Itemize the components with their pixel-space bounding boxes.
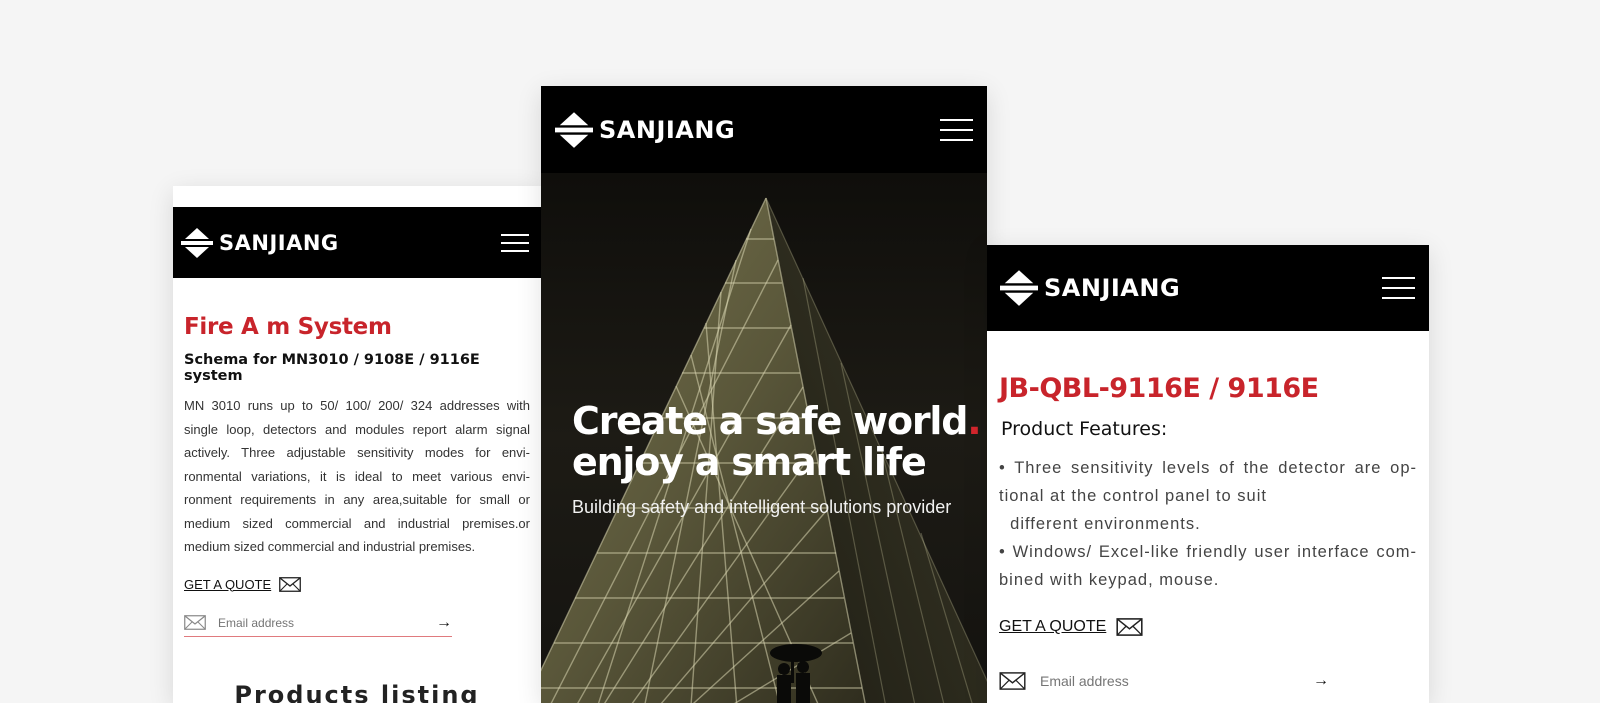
envelope-icon[interactable] (279, 576, 302, 592)
hamburger-menu-icon[interactable] (501, 233, 529, 252)
brand-name: SANJIANG (1044, 274, 1181, 302)
email-input[interactable] (1040, 673, 1313, 689)
description-paragraph: MN 3010 runs up to 50/ 100/ 200/ 324 add… (184, 398, 530, 554)
brand-logo[interactable]: SANJIANG (1000, 269, 1180, 307)
envelope-icon (999, 672, 1026, 690)
hero-tagline: Building safety and intelligent solution… (572, 497, 952, 517)
arrow-right-icon[interactable]: → (1313, 672, 1329, 690)
features-heading: Product Features: (1001, 418, 1168, 440)
left-phone-screen: SANJIANG Fire A m System Schema for MN30… (173, 186, 541, 703)
quote-row: GET A QUOTE (184, 577, 530, 592)
envelope-icon (184, 615, 206, 630)
brand-logo[interactable]: SANJIANG (555, 111, 735, 149)
hamburger-menu-icon[interactable] (1382, 277, 1415, 299)
arrow-right-icon[interactable]: → (436, 614, 452, 632)
page-title: Fire A m System (184, 314, 392, 340)
products-listing-heading: Products listing (234, 680, 480, 703)
headline-red-dot: . (967, 399, 981, 443)
hero-headline: Create a safe world. enjoy a smart life (572, 401, 982, 483)
page-subtitle: Schema for MN3010 / 9108E / 9116E system (184, 352, 480, 384)
email-subscribe-row: → (999, 672, 1329, 690)
product-title: JB-QBL-9116E / 9116E (999, 373, 1319, 404)
brand-name: SANJIANG (599, 115, 736, 144)
feature-item: • Three sensitivity levels of the detect… (999, 459, 1417, 505)
envelope-icon[interactable] (1116, 618, 1143, 636)
get-quote-link[interactable]: GET A QUOTE (999, 618, 1106, 636)
headline-line-2: enjoy a smart life (572, 440, 927, 484)
feature-item: • Windows/ Excel-like friendly user inte… (999, 543, 1417, 589)
sanjiang-logo-icon (1000, 270, 1038, 306)
right-phone-screen: SANJIANG JB-QBL-9116E / 9116E Product Fe… (987, 245, 1429, 703)
header-bar: SANJIANG (541, 86, 987, 173)
header-bar: SANJIANG (173, 207, 541, 278)
hero-text: Create a safe world. enjoy a smart life … (572, 401, 982, 518)
center-phone-screen: SANJIANG Create a safe world. enjoy a sm… (541, 86, 987, 703)
sanjiang-logo-icon (181, 227, 213, 258)
product-content: JB-QBL-9116E / 9116E Product Features: •… (999, 373, 1417, 690)
hamburger-menu-icon[interactable] (940, 118, 973, 141)
background-page-strip (173, 186, 541, 208)
get-quote-link[interactable]: GET A QUOTE (184, 577, 271, 592)
hero-banner: Create a safe world. enjoy a smart life … (541, 173, 987, 703)
email-subscribe-row: → (184, 614, 452, 637)
headline-line-1: Create a safe world (572, 399, 968, 443)
header-bar: SANJIANG (987, 245, 1429, 331)
brand-logo[interactable]: SANJIANG (181, 227, 339, 258)
email-input[interactable] (218, 615, 436, 630)
feature-item: different environments. (999, 515, 1201, 533)
product-content: Fire A m System Schema for MN3010 / 9108… (184, 314, 530, 703)
features-list: • Three sensitivity levels of the detect… (999, 454, 1417, 594)
brand-name: SANJIANG (219, 230, 339, 255)
sanjiang-logo-icon (555, 111, 593, 148)
quote-row: GET A QUOTE (999, 618, 1417, 636)
